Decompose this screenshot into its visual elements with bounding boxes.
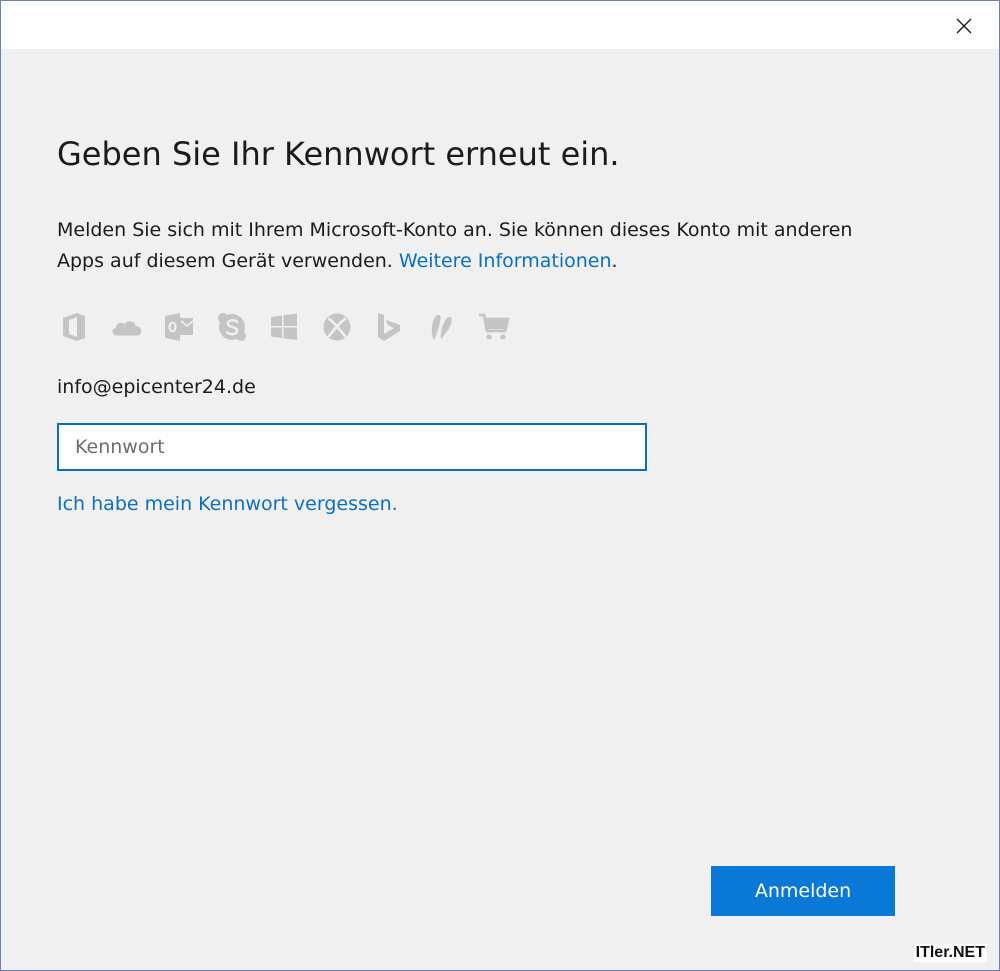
watermark-logo: ITler.NET: [913, 944, 987, 962]
store-icon: [477, 310, 511, 344]
page-title: Geben Sie Ihr Kennwort erneut ein.: [57, 135, 620, 173]
description-suffix: .: [611, 250, 618, 272]
outlook-icon: [162, 310, 196, 344]
description-text: Melden Sie sich mit Ihrem Microsoft-Kont…: [57, 215, 857, 277]
account-email: info@epicenter24.de: [57, 376, 256, 398]
onedrive-icon: [110, 310, 144, 344]
close-button[interactable]: [951, 13, 977, 39]
windows-icon: [267, 310, 301, 344]
signin-dialog: Geben Sie Ihr Kennwort erneut ein. Melde…: [0, 0, 1000, 971]
more-info-link[interactable]: Weitere Informationen: [399, 250, 612, 272]
msn-icon: [425, 310, 459, 344]
signin-button[interactable]: Anmelden: [711, 866, 895, 916]
office-icon: [57, 310, 91, 344]
bing-icon: [372, 310, 406, 344]
close-icon: [956, 18, 972, 34]
forgot-password-link[interactable]: Ich habe mein Kennwort vergessen.: [57, 493, 398, 515]
app-icons-row: [57, 307, 530, 347]
skype-icon: [215, 310, 249, 344]
password-field[interactable]: [57, 423, 647, 471]
title-bar: [1, 1, 999, 49]
xbox-icon: [320, 310, 354, 344]
password-input[interactable]: [59, 425, 645, 469]
